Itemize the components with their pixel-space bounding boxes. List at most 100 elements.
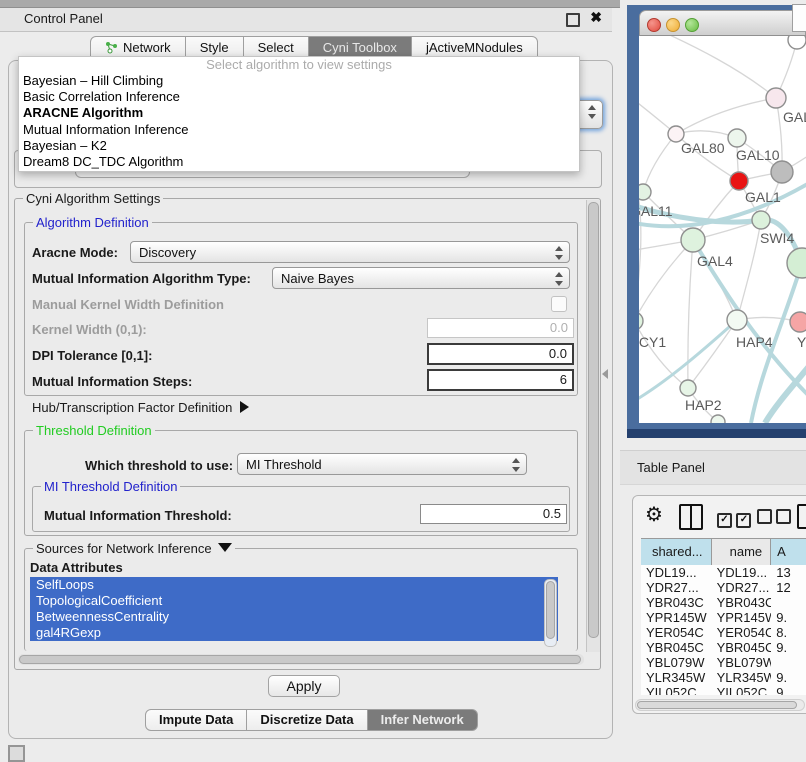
node-gal[interactable] xyxy=(766,88,786,108)
algorithm-option[interactable]: ARACNE Algorithm xyxy=(19,105,579,121)
network-canvas[interactable]: GALGAL80GAL10GAL1GAL11SWI4GAL4GCY1HAP4YH… xyxy=(639,36,806,423)
scrollbar-thumb[interactable] xyxy=(19,655,581,664)
table-row[interactable]: YBL079WYBL079W xyxy=(641,655,806,670)
unchecked-box-icon xyxy=(776,509,791,524)
tab-infer-network[interactable]: Infer Network xyxy=(368,709,478,731)
tab-impute-data[interactable]: Impute Data xyxy=(145,709,247,731)
sources-expander[interactable]: Sources for Network Inference xyxy=(33,541,235,556)
node-swi4[interactable] xyxy=(752,211,770,229)
dock-icon[interactable] xyxy=(8,745,25,762)
kernel-width-field[interactable]: 0.0 xyxy=(427,318,574,338)
network-window-titlebar[interactable] xyxy=(639,10,806,36)
hub-expander-label: Hub/Transcription Factor Definition xyxy=(32,400,232,415)
table-cell: YBR045C xyxy=(712,640,772,655)
scrollbar-thumb[interactable] xyxy=(546,581,555,639)
mi-type-combobox[interactable]: Naive Bayes xyxy=(272,267,570,289)
manual-kernel-checkbox[interactable] xyxy=(551,296,567,312)
settings-horizontal-scrollbar[interactable] xyxy=(18,654,584,665)
algorithm-option[interactable]: Mutual Information Inference xyxy=(19,122,579,138)
group-title: Algorithm Definition xyxy=(33,215,152,230)
table-cell: YLR345W xyxy=(712,670,772,685)
column-header-partial[interactable]: A xyxy=(771,539,806,565)
attribute-item[interactable]: BetweennessCentrality xyxy=(30,609,558,625)
table-row[interactable]: YPR145WYPR145W9. xyxy=(641,610,806,625)
node-gal4[interactable] xyxy=(681,228,705,252)
combo-value: Naive Bayes xyxy=(281,271,354,286)
node-gal1[interactable] xyxy=(730,172,748,190)
apply-button[interactable]: Apply xyxy=(268,675,340,697)
node-label: GAL1 xyxy=(745,189,781,205)
table-cell: YPR145W xyxy=(641,610,712,625)
scrollbar-thumb[interactable] xyxy=(637,701,797,709)
node-label: GAL80 xyxy=(681,140,725,156)
tab-label: Cyni Toolbox xyxy=(323,37,397,58)
table-row[interactable]: YER054CYER054C8. xyxy=(641,625,806,640)
node-y[interactable] xyxy=(790,312,806,332)
document-icon[interactable] xyxy=(797,504,806,529)
settings-vertical-scrollbar[interactable] xyxy=(586,200,600,652)
tab-discretize-data[interactable]: Discretize Data xyxy=(247,709,367,731)
algorithm-dropdown-prompt: Select algorithm to view settings xyxy=(19,57,579,73)
aracne-mode-label: Aracne Mode: xyxy=(32,245,118,260)
table-cell: YIL052C xyxy=(712,685,772,695)
table-cell: YIL052C xyxy=(641,685,712,695)
aracne-mode-combobox[interactable]: Discovery xyxy=(130,241,570,263)
scrollbar-thumb[interactable] xyxy=(588,202,599,638)
table-row[interactable]: YBR043CYBR043C xyxy=(641,595,806,610)
node-hap4[interactable] xyxy=(727,310,747,330)
table-cell: 13 xyxy=(771,565,806,580)
mi-steps-field[interactable]: 6 xyxy=(427,369,574,391)
node-hap2[interactable] xyxy=(680,380,696,396)
group-title: MI Threshold Definition xyxy=(41,479,180,494)
splitter-collapse-arrow[interactable] xyxy=(602,369,608,379)
list-vertical-scrollbar[interactable] xyxy=(544,579,557,647)
table-horizontal-scrollbar[interactable] xyxy=(635,699,805,711)
tab-label: Style xyxy=(200,37,229,58)
node-gal11[interactable] xyxy=(639,184,651,200)
combo-value: Discovery xyxy=(139,245,196,260)
table-rows[interactable]: YDL19...YDL19...13YDR27...YDR27...12YBR0… xyxy=(641,565,806,695)
data-attributes-list[interactable]: SelfLoopsTopologicalCoefficientBetweenne… xyxy=(30,577,558,647)
column-header-name[interactable]: name xyxy=(712,539,772,565)
dpi-tolerance-label: DPI Tolerance [0,1]: xyxy=(32,348,152,363)
close-traffic-light[interactable] xyxy=(647,18,661,32)
which-threshold-combobox[interactable]: MI Threshold xyxy=(237,453,527,475)
sources-title: Sources for Network Inference xyxy=(36,541,212,556)
algorithm-option[interactable]: Dream8 DC_TDC Algorithm xyxy=(19,154,579,170)
node-gal10[interactable] xyxy=(728,129,746,147)
deselect-all-icon[interactable] xyxy=(757,509,791,529)
algorithm-option[interactable]: Bayesian – Hill Climbing xyxy=(19,73,579,89)
table-cell: YER054C xyxy=(641,625,712,640)
table-row[interactable]: YDR27...YDR27...12 xyxy=(641,580,806,595)
panel-title: Control Panel xyxy=(24,11,103,26)
minimize-traffic-light[interactable] xyxy=(666,18,680,32)
select-all-icon[interactable]: ✓ ✓ xyxy=(717,509,751,528)
table-row[interactable]: YDL19...YDL19...13 xyxy=(641,565,806,580)
node[interactable] xyxy=(788,36,806,49)
gear-icon[interactable]: ⚙ xyxy=(645,502,663,527)
split-columns-icon[interactable] xyxy=(679,504,703,530)
zoom-traffic-light[interactable] xyxy=(685,18,699,32)
node-gcy1[interactable] xyxy=(639,312,643,330)
hub-expander[interactable]: Hub/Transcription Factor Definition xyxy=(32,400,249,415)
column-header-shared[interactable]: shared... xyxy=(641,539,712,565)
node-label: GAL xyxy=(783,109,806,125)
mi-threshold-field[interactable]: 0.5 xyxy=(420,504,567,524)
attribute-item[interactable]: gal4RGexp xyxy=(30,625,558,641)
algorithm-option[interactable]: Bayesian – K2 xyxy=(19,138,579,154)
node[interactable] xyxy=(771,161,793,183)
algorithm-option[interactable]: Basic Correlation Inference xyxy=(19,89,579,105)
table-row[interactable]: YIL052CYIL052C9. xyxy=(641,685,806,695)
table-row[interactable]: YLR345WYLR345W9. xyxy=(641,670,806,685)
table-cell: YBL079W xyxy=(641,655,712,670)
close-icon[interactable]: ✖ xyxy=(590,9,602,26)
table-row[interactable]: YBR045CYBR045C9. xyxy=(641,640,806,655)
dpi-tolerance-field[interactable]: 0.0 xyxy=(427,343,574,365)
node[interactable] xyxy=(787,248,806,278)
mi-type-label: Mutual Information Algorithm Type: xyxy=(32,271,251,286)
node-label: HAP4 xyxy=(736,334,773,350)
node[interactable] xyxy=(711,415,725,423)
float-window-icon[interactable] xyxy=(566,13,580,27)
attribute-item[interactable]: TopologicalCoefficient xyxy=(30,593,558,609)
attribute-item[interactable]: SelfLoops xyxy=(30,577,558,593)
